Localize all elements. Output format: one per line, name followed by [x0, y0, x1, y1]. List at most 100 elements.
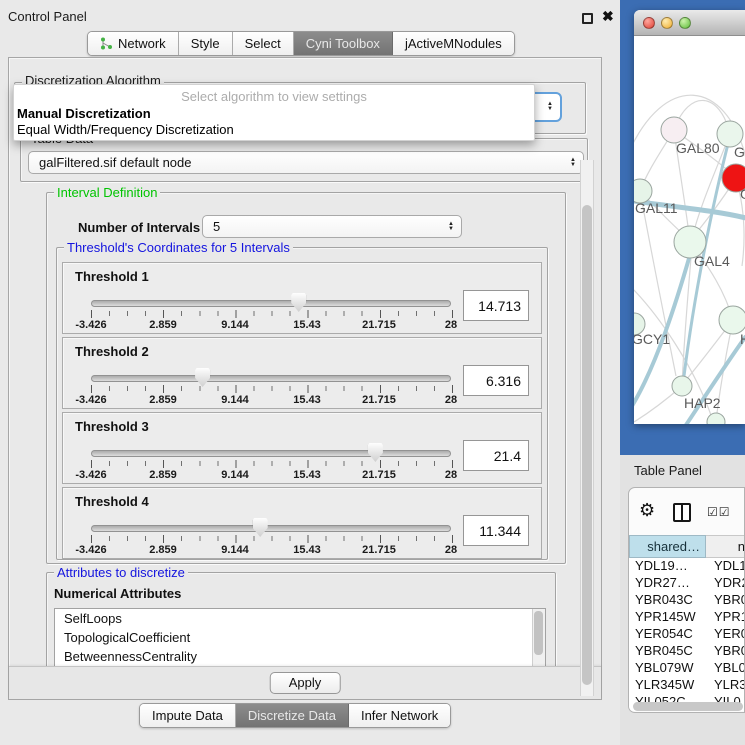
- tick-label: 21.715: [362, 544, 396, 556]
- attributes-scrollbar-thumb[interactable]: [534, 611, 543, 655]
- tab-label: Cyni Toolbox: [306, 36, 380, 51]
- tick-label: 9.144: [221, 319, 249, 331]
- network-canvas[interactable]: GAL80GAGGAL11GAL4GCY1HHAP2: [634, 36, 745, 424]
- cell-shared-name[interactable]: YER054C: [629, 626, 706, 643]
- select-columns-icon[interactable]: ☑☑: [707, 505, 731, 519]
- slider-track[interactable]: [91, 300, 451, 307]
- zoom-traffic-icon[interactable]: [679, 17, 691, 29]
- tab-style[interactable]: Style: [179, 32, 233, 55]
- table-row[interactable]: YLR345WYLR3: [629, 677, 745, 694]
- node-label-node-right: H: [740, 331, 745, 347]
- cell-name[interactable]: YDR2: [706, 575, 745, 592]
- tick-label: 2.859: [149, 469, 177, 481]
- table-row[interactable]: YER054CYER0: [629, 626, 745, 643]
- tab-label: jActiveMNodules: [405, 36, 502, 51]
- node-label-GAL11: GAL11: [635, 200, 678, 216]
- table-row[interactable]: YBR045CYBR0: [629, 643, 745, 660]
- cell-name[interactable]: YBL0: [706, 660, 745, 677]
- cell-name[interactable]: YPR1: [706, 609, 745, 626]
- close-icon[interactable]: ✖: [602, 8, 614, 25]
- tab-select[interactable]: Select: [233, 32, 294, 55]
- attribute-item-betweennesscentrality[interactable]: BetweennessCentrality: [55, 647, 545, 666]
- node-label-node-red: G: [740, 186, 745, 202]
- top-tab-bar: NetworkStyle Select Cyni Toolbox jActiveMNo…: [87, 31, 515, 56]
- tick-label: 28: [445, 394, 457, 406]
- tab-label: Select: [245, 36, 281, 51]
- dropdown-item-manual-discretization[interactable]: Manual Discretization: [14, 106, 534, 122]
- tab-jactivemnodules[interactable]: jActiveMNodules: [393, 32, 514, 55]
- cell-name[interactable]: YBR0: [706, 643, 745, 660]
- tab-infer-network[interactable]: Infer Network: [349, 704, 450, 727]
- apply-button[interactable]: Apply: [270, 672, 341, 694]
- column-header-shared-name[interactable]: shared…: [629, 535, 706, 558]
- numerical-attributes-list[interactable]: SelfLoopsTopologicalCoefficientBetweenne…: [54, 608, 546, 670]
- split-columns-icon[interactable]: [673, 503, 691, 522]
- network-node-HAP2[interactable]: [672, 376, 692, 396]
- node-table: ⚙ ☑☑ shared… n YDL19…YDL1YDR27…YDR2YBR04…: [628, 487, 745, 713]
- network-node-node-right[interactable]: [719, 306, 745, 334]
- numerical-attributes-label: Numerical Attributes: [54, 586, 181, 601]
- algorithm-dropdown-popup: Select algorithm to view settings Manual…: [13, 84, 535, 141]
- intervals-combo-value: 5: [213, 219, 220, 234]
- network-window-titlebar[interactable]: [634, 10, 745, 36]
- threshold-value-field[interactable]: 6.316: [463, 365, 529, 396]
- table-row[interactable]: YPR145WYPR1: [629, 609, 745, 626]
- cell-shared-name[interactable]: YBR043C: [629, 592, 706, 609]
- number-of-intervals-combobox[interactable]: 5 ▲▼: [202, 215, 462, 238]
- node-label-GAL4: GAL4: [694, 253, 730, 269]
- cell-name[interactable]: YBR0: [706, 592, 745, 609]
- tab-impute-data[interactable]: Impute Data: [140, 704, 236, 727]
- tab-network[interactable]: Network: [88, 32, 179, 55]
- table-row[interactable]: YDR27…YDR2: [629, 575, 745, 592]
- cell-shared-name[interactable]: YPR145W: [629, 609, 706, 626]
- threshold-panel-2: Threshold 2-3.4262.8599.14415.4321.71528…: [62, 337, 542, 409]
- control-panel-scrollbar-thumb[interactable]: [582, 205, 592, 685]
- cell-shared-name[interactable]: YBR045C: [629, 643, 706, 660]
- tick-label: 9.144: [221, 544, 249, 556]
- cell-shared-name[interactable]: YLR345W: [629, 677, 706, 694]
- threshold-value-field[interactable]: 11.344: [463, 515, 529, 546]
- cell-shared-name[interactable]: YBL079W: [629, 660, 706, 677]
- minimize-traffic-icon[interactable]: [661, 17, 673, 29]
- column-header-name[interactable]: n: [706, 535, 745, 558]
- table-data-combo-value: galFiltered.sif default node: [39, 155, 191, 170]
- threshold-panel-4: Threshold 4-3.4262.8599.14415.4321.71528…: [62, 487, 542, 559]
- gear-icon[interactable]: ⚙: [639, 501, 655, 519]
- cell-shared-name[interactable]: YDL19…: [629, 558, 706, 575]
- close-traffic-icon[interactable]: [643, 17, 655, 29]
- table-row[interactable]: YBR043CYBR0: [629, 592, 745, 609]
- slider-track[interactable]: [91, 375, 451, 382]
- threshold-label: Threshold 2: [75, 344, 149, 359]
- threshold-panel-1: Threshold 1-3.4262.8599.14415.4321.71528…: [62, 262, 542, 334]
- slider-track[interactable]: [91, 450, 451, 457]
- panel-title: Control Panel: [8, 9, 87, 24]
- tab-label: Impute Data: [152, 708, 223, 723]
- threshold-label: Threshold 4: [75, 494, 149, 509]
- attribute-item-topologicalcoefficient[interactable]: TopologicalCoefficient: [55, 628, 545, 647]
- network-node-node-bottom[interactable]: [707, 413, 725, 424]
- cell-name[interactable]: YER0: [706, 626, 745, 643]
- cell-name[interactable]: YDL1: [706, 558, 745, 575]
- dropdown-item-equal-width-frequency-discretization[interactable]: Equal Width/Frequency Discretization: [14, 122, 534, 138]
- tab-cyni-toolbox[interactable]: Cyni Toolbox: [294, 32, 393, 55]
- bottom-tab-bar: Impute Data Discretize DataInfer Network: [139, 703, 451, 728]
- cell-shared-name[interactable]: YDR27…: [629, 575, 706, 592]
- table-row[interactable]: YDL19…YDL1: [629, 558, 745, 575]
- slider-tick-labels: -3.4262.8599.14415.4321.71528: [91, 394, 451, 407]
- attributes-group-title: Attributes to discretize: [54, 565, 188, 580]
- tick-label: 15.43: [293, 394, 321, 406]
- threshold-value-field[interactable]: 14.713: [463, 290, 529, 321]
- attribute-item-selfloops[interactable]: SelfLoops: [55, 609, 545, 628]
- tick-label: 2.859: [149, 544, 177, 556]
- table-horizontal-scrollbar[interactable]: [633, 702, 743, 711]
- slider-track[interactable]: [91, 525, 451, 532]
- table-row[interactable]: YBL079WYBL0: [629, 660, 745, 677]
- float-icon[interactable]: [582, 13, 593, 24]
- threshold-value-field[interactable]: 21.4: [463, 440, 529, 471]
- cell-name[interactable]: YLR3: [706, 677, 745, 694]
- tab-discretize-data[interactable]: Discretize Data: [236, 704, 349, 727]
- table-data-combobox[interactable]: galFiltered.sif default node ▲▼: [28, 151, 584, 174]
- tick-label: 2.859: [149, 319, 177, 331]
- tick-label: 21.715: [362, 394, 396, 406]
- tick-label: -3.426: [75, 394, 106, 406]
